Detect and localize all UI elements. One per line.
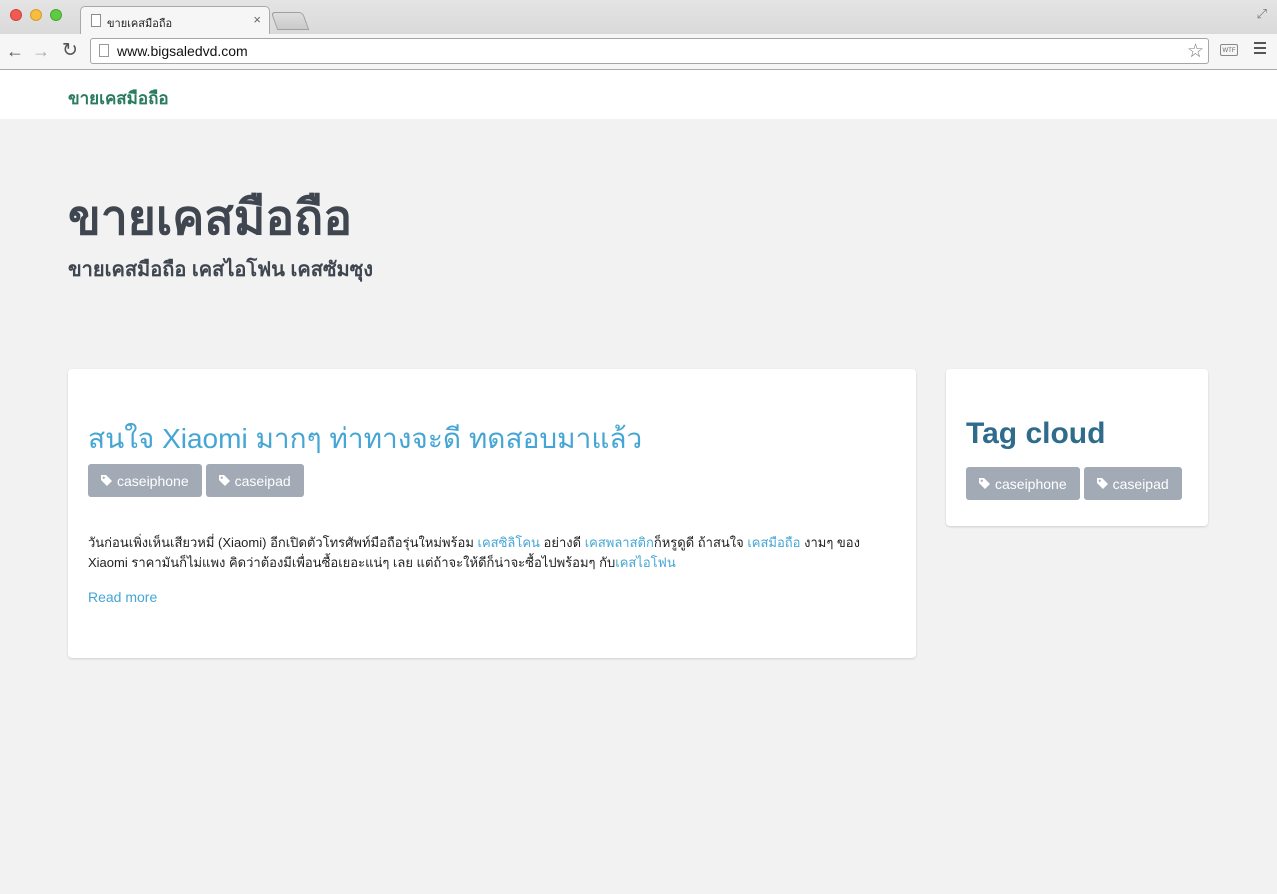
post-tags: caseiphone caseipad xyxy=(88,464,304,497)
tag-label: caseiphone xyxy=(995,475,1067,492)
extension-icon[interactable]: WTF xyxy=(1220,44,1238,56)
tag-label: caseipad xyxy=(1112,475,1169,492)
post-excerpt: วันก่อนเพิ่งเห็นเสียวหมี่ (Xiaomi) อีกเป… xyxy=(88,533,898,573)
menu-icon[interactable] xyxy=(1254,42,1266,57)
phone-case-link[interactable]: เคสมือถือ xyxy=(747,535,800,550)
browser-toolbar: ← → ↻ www.bigsaledvd.com ☆ WTF xyxy=(0,34,1277,69)
post-card: สนใจ Xiaomi มากๆ ท่าทางจะดี ทดสอบมาแล้ว … xyxy=(68,369,916,658)
address-bar[interactable]: www.bigsaledvd.com ☆ xyxy=(90,38,1209,64)
tag-caseipad[interactable]: caseipad xyxy=(205,464,304,497)
silicone-case-link[interactable]: เคสซิลิโคน xyxy=(478,535,540,550)
reload-icon[interactable]: ↻ xyxy=(62,40,78,62)
tag-icon xyxy=(979,478,990,489)
tag-icon xyxy=(101,475,112,486)
tag-cloud-title: Tag cloud xyxy=(966,417,1106,450)
fullscreen-icon[interactable]: ⤢ xyxy=(1257,6,1267,22)
site-navbar: ขายเคสมือถือ xyxy=(0,70,1277,119)
tag-icon xyxy=(1096,478,1108,489)
page-title: ขายเคสมือถือ xyxy=(68,192,353,245)
excerpt-text: อย่างดี xyxy=(539,535,585,550)
site-brand-link[interactable]: ขายเคสมือถือ xyxy=(68,85,169,112)
close-tab-icon[interactable]: × xyxy=(253,12,261,27)
zoom-window-button[interactable] xyxy=(50,9,62,21)
tab-title: ขายเคสมือถือ xyxy=(107,18,173,30)
tag-caseiphone[interactable]: caseiphone xyxy=(966,467,1080,500)
tab-strip: ขายเคสมือถือ × ⤢ xyxy=(0,0,1277,34)
bookmark-star-icon[interactable]: ☆ xyxy=(1187,40,1204,63)
new-tab-button[interactable] xyxy=(270,12,310,30)
url-text[interactable]: www.bigsaledvd.com xyxy=(117,43,248,59)
excerpt-text: ก็หรูดูดี ถ้าสนใจ xyxy=(653,535,748,550)
minimize-window-button[interactable] xyxy=(30,9,42,21)
tag-label: caseiphone xyxy=(117,472,189,489)
tag-label: caseipad xyxy=(234,472,291,489)
tag-caseiphone[interactable]: caseiphone xyxy=(88,464,202,497)
tag-icon xyxy=(218,475,230,486)
read-more-link[interactable]: Read more xyxy=(88,589,157,605)
browser-tab[interactable]: ขายเคสมือถือ × xyxy=(80,6,270,34)
post-title-link[interactable]: สนใจ Xiaomi มากๆ ท่าทางจะดี ทดสอบมาแล้ว xyxy=(88,417,642,461)
close-window-button[interactable] xyxy=(10,9,22,21)
excerpt-text: วันก่อนเพิ่งเห็นเสียวหมี่ (Xiaomi) อีกเป… xyxy=(88,535,478,550)
forward-arrow-icon[interactable]: → xyxy=(32,40,50,62)
page-icon xyxy=(99,44,109,57)
iphone-case-link[interactable]: เคสไอโฟน xyxy=(615,555,676,570)
tag-caseipad[interactable]: caseipad xyxy=(1083,467,1182,500)
plastic-case-link[interactable]: เคสพลาสติก xyxy=(585,535,654,550)
tag-cloud-tags: caseiphone caseipad xyxy=(966,467,1182,500)
page-icon xyxy=(91,14,101,27)
page-subtitle: ขายเคสมือถือ เคสไอโฟน เคสซัมซุง xyxy=(68,259,374,281)
browser-chrome: ขายเคสมือถือ × ⤢ ← → ↻ www.bigsaledvd.co… xyxy=(0,0,1277,70)
tag-cloud-widget: Tag cloud caseiphone caseipad xyxy=(946,369,1208,526)
back-arrow-icon[interactable]: ← xyxy=(6,40,24,62)
